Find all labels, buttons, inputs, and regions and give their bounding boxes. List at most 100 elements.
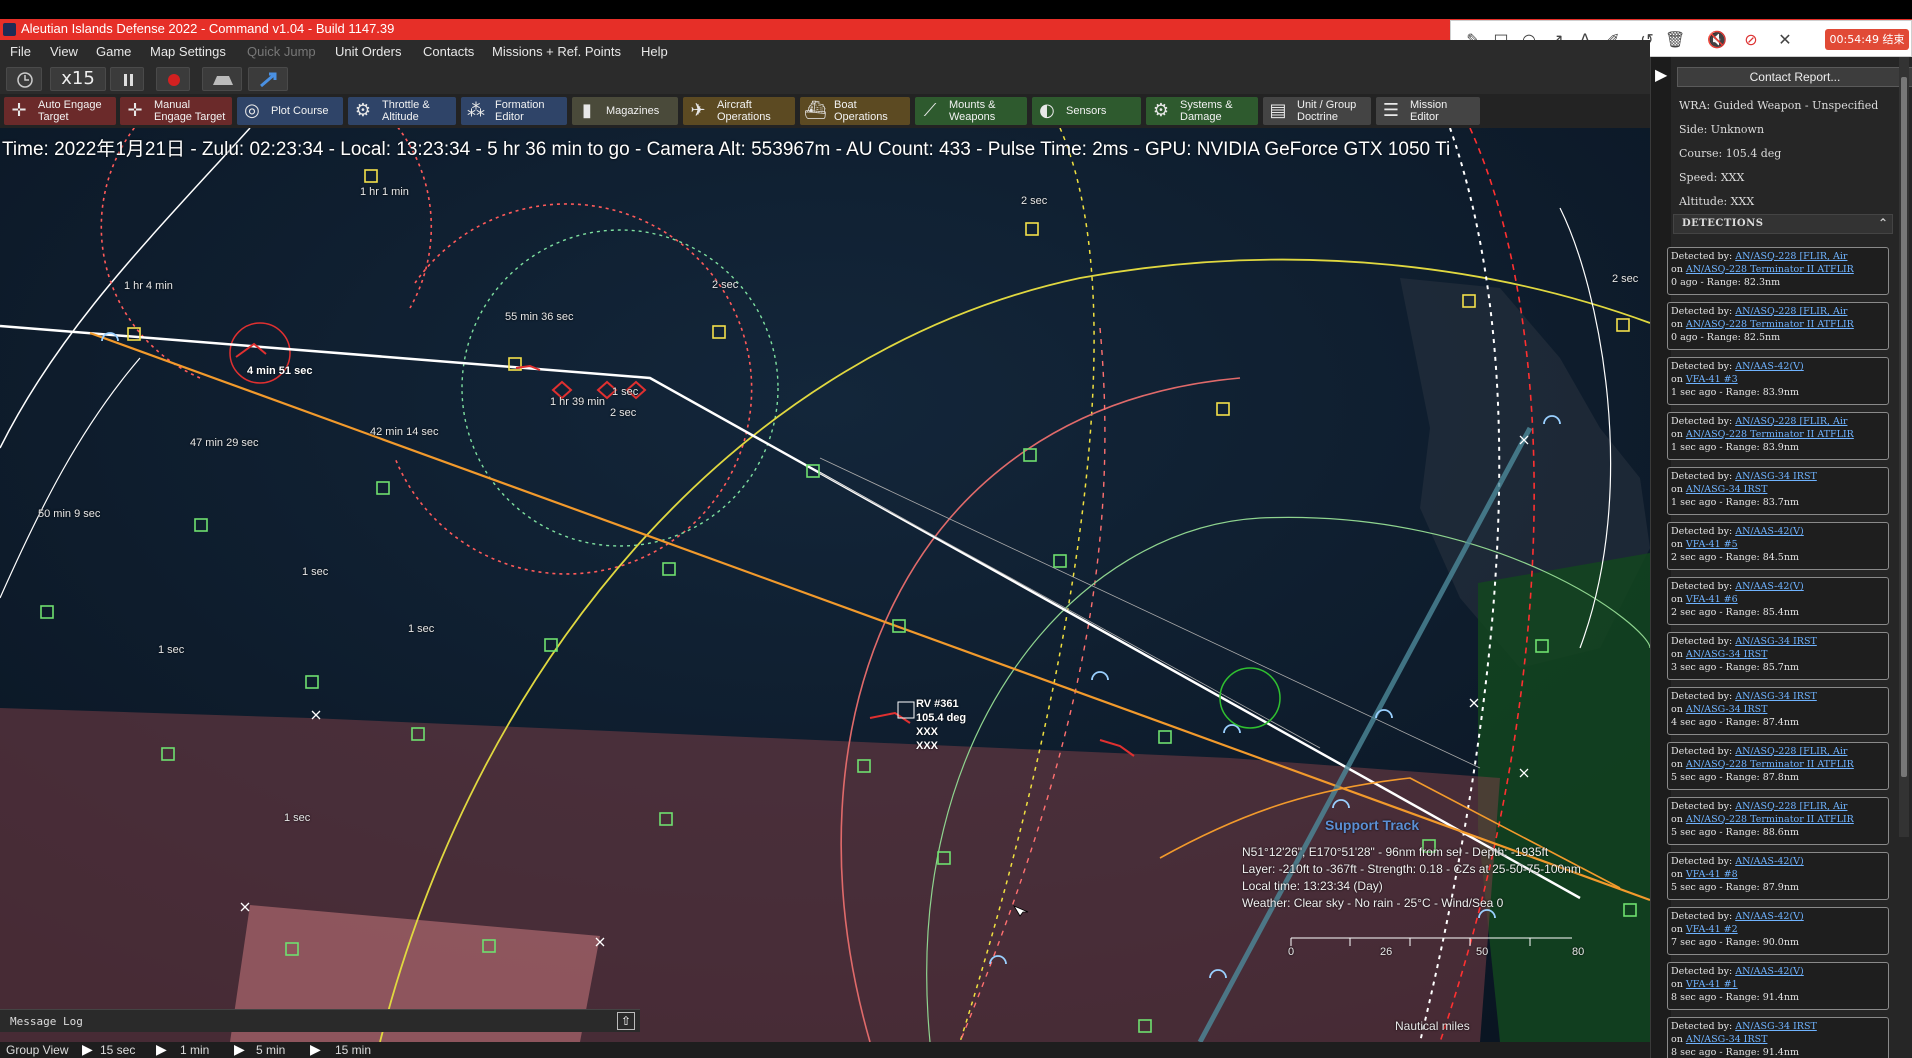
- gear-icon: ⚙: [1152, 100, 1170, 121]
- detection-card[interactable]: Detected by: AN/AAS-42(V) on VFA-41 #2 7 s…: [1667, 907, 1889, 955]
- group-view-step[interactable]: 5 min: [256, 1043, 285, 1057]
- sensor-link[interactable]: AN/ASQ-228 [FLIR, Air: [1735, 251, 1847, 262]
- platform-link[interactable]: AN/ASG-34 IRST: [1686, 484, 1768, 495]
- platform-link[interactable]: AN/ASQ-228 Terminator II ATFLIR: [1686, 264, 1854, 275]
- sensor-link[interactable]: AN/ASQ-228 [FLIR, Air: [1735, 746, 1847, 757]
- record-button[interactable]: [156, 67, 190, 91]
- formation-editor-button[interactable]: ⁂ Formation Editor: [461, 97, 567, 125]
- platform-link[interactable]: AN/ASG-34 IRST: [1686, 704, 1768, 715]
- mic-muted-icon[interactable]: ⊘: [1741, 30, 1761, 50]
- detection-card[interactable]: Detected by: AN/ASG-34 IRST on AN/ASG-34 …: [1667, 687, 1889, 735]
- scrollbar-thumb[interactable]: [1901, 77, 1907, 777]
- detection-card[interactable]: Detected by: AN/AAS-42(V) on VFA-41 #3 1 s…: [1667, 357, 1889, 405]
- play-icon[interactable]: ▶: [310, 1041, 321, 1058]
- camera-button[interactable]: [202, 67, 242, 91]
- sensor-link[interactable]: AN/AAS-42(V): [1735, 361, 1804, 372]
- detection-sensor-line: Detected by: AN/AAS-42(V): [1671, 856, 1804, 867]
- platform-link[interactable]: AN/ASQ-228 Terminator II ATFLIR: [1686, 814, 1854, 825]
- systems-damage-button[interactable]: ⚙ Systems & Damage: [1146, 97, 1258, 125]
- manual-engage-target-button[interactable]: ✛ Manual Engage Target: [120, 97, 232, 125]
- collapse-icon[interactable]: ⌃: [1878, 216, 1888, 230]
- close-icon[interactable]: ✕: [1775, 30, 1795, 50]
- platform-link[interactable]: VFA-41 #3: [1686, 374, 1738, 385]
- platform-link[interactable]: VFA-41 #1: [1686, 979, 1738, 990]
- detection-card[interactable]: Detected by: AN/ASQ-228 [FLIR, Air on AN/…: [1667, 412, 1889, 460]
- contact-report-button[interactable]: Contact Report...: [1677, 67, 1912, 87]
- play-icon[interactable]: ▶: [82, 1041, 93, 1058]
- detection-card[interactable]: Detected by: AN/AAS-42(V) on VFA-41 #6 2 s…: [1667, 577, 1889, 625]
- message-log-bar[interactable]: Message Log ⇧: [0, 1009, 640, 1032]
- detections-header[interactable]: DETECTIONS ⌃: [1673, 214, 1893, 234]
- group-view-step[interactable]: 1 min: [180, 1043, 209, 1057]
- sensor-link[interactable]: AN/ASQ-228 [FLIR, Air: [1735, 801, 1847, 812]
- platform-link[interactable]: AN/ASQ-228 Terminator II ATFLIR: [1686, 429, 1854, 440]
- aircraft-operations-button[interactable]: ✈ Aircraft Operations: [683, 97, 795, 125]
- detection-card[interactable]: Detected by: AN/ASG-34 IRST on AN/ASG-34 …: [1667, 1017, 1889, 1058]
- menu-game[interactable]: Game: [96, 44, 131, 59]
- boat-operations-button[interactable]: ⛴ Boat Operations: [800, 97, 910, 125]
- sensors-button[interactable]: ◐ Sensors: [1032, 97, 1141, 125]
- sensor-link[interactable]: AN/AAS-42(V): [1735, 581, 1804, 592]
- recording-timer[interactable]: 00:54:49 结束: [1825, 29, 1909, 50]
- platform-link[interactable]: AN/ASQ-228 Terminator II ATFLIR: [1686, 759, 1854, 770]
- detection-card[interactable]: Detected by: AN/ASG-34 IRST on AN/ASG-34 …: [1667, 467, 1889, 515]
- sensor-link[interactable]: AN/ASG-34 IRST: [1735, 691, 1817, 702]
- detection-card[interactable]: Detected by: AN/AAS-42(V) on VFA-41 #5 2 s…: [1667, 522, 1889, 570]
- expand-up-icon[interactable]: ⇧: [617, 1012, 635, 1030]
- auto-engage-target-button[interactable]: ✛ Auto Engage Target: [4, 97, 116, 125]
- platform-link[interactable]: VFA-41 #6: [1686, 594, 1738, 605]
- platform-link[interactable]: VFA-41 #8: [1686, 869, 1738, 880]
- detection-card[interactable]: Detected by: AN/ASQ-228 [FLIR, Air on AN/…: [1667, 302, 1889, 350]
- mounts-weapons-button[interactable]: ⟋ Mounts & Weapons: [915, 97, 1027, 125]
- platform-link[interactable]: VFA-41 #5: [1686, 539, 1738, 550]
- speaker-muted-icon[interactable]: 🔇: [1707, 30, 1727, 50]
- group-view-step[interactable]: 15 sec: [100, 1043, 135, 1057]
- detection-card[interactable]: Detected by: AN/AAS-42(V) on VFA-41 #1 8 s…: [1667, 962, 1889, 1010]
- magazines-button[interactable]: ▮ Magazines: [572, 97, 678, 125]
- detection-platform-line: on VFA-41 #2: [1671, 924, 1738, 935]
- play-icon[interactable]: ▶: [234, 1041, 245, 1058]
- contact-label[interactable]: RV #361 105.4 deg XXX XXX: [916, 697, 966, 753]
- trash-icon[interactable]: 🗑: [1665, 30, 1685, 50]
- panel-scrollbar[interactable]: [1899, 57, 1909, 837]
- mission-editor-button[interactable]: ☰ Mission Editor: [1376, 97, 1480, 125]
- menu-help[interactable]: Help: [641, 44, 668, 59]
- detection-card[interactable]: Detected by: AN/ASQ-228 [FLIR, Air on AN/…: [1667, 247, 1889, 295]
- platform-link[interactable]: AN/ASG-34 IRST: [1686, 1034, 1768, 1045]
- detection-card[interactable]: Detected by: AN/AAS-42(V) on VFA-41 #8 5 s…: [1667, 852, 1889, 900]
- unit-group-doctrine-button[interactable]: ▤ Unit / Group Doctrine: [1263, 97, 1371, 125]
- clock-button[interactable]: [6, 67, 42, 91]
- contact-panel: ▶ Contact Report... WRA: Guided Weapon -…: [1650, 57, 1912, 1058]
- sensor-link[interactable]: AN/AAS-42(V): [1735, 911, 1804, 922]
- sensor-link[interactable]: AN/ASG-34 IRST: [1735, 471, 1817, 482]
- plot-course-button[interactable]: ◎ Plot Course: [237, 97, 343, 125]
- sensor-link[interactable]: AN/ASG-34 IRST: [1735, 636, 1817, 647]
- menu-missions[interactable]: Missions + Ref. Points: [492, 44, 621, 59]
- speed-display[interactable]: x15: [50, 67, 106, 91]
- sensor-link[interactable]: AN/AAS-42(V): [1735, 526, 1804, 537]
- detection-time-line: 8 sec ago - Range: 91.4nm: [1671, 992, 1799, 1003]
- menu-map-settings[interactable]: Map Settings: [150, 44, 226, 59]
- menu-unit-orders[interactable]: Unit Orders: [335, 44, 401, 59]
- sensor-link[interactable]: AN/AAS-42(V): [1735, 966, 1804, 977]
- platform-link[interactable]: AN/ASG-34 IRST: [1686, 649, 1768, 660]
- detection-card[interactable]: Detected by: AN/ASG-34 IRST on AN/ASG-34 …: [1667, 632, 1889, 680]
- menu-view[interactable]: View: [50, 44, 78, 59]
- sensor-link[interactable]: AN/AAS-42(V): [1735, 856, 1804, 867]
- platform-link[interactable]: VFA-41 #2: [1686, 924, 1738, 935]
- menu-quick-jump[interactable]: Quick Jump: [247, 44, 316, 59]
- menu-contacts[interactable]: Contacts: [423, 44, 474, 59]
- pause-button[interactable]: [110, 67, 144, 91]
- sensor-link[interactable]: AN/ASQ-228 [FLIR, Air: [1735, 416, 1847, 427]
- sensor-link[interactable]: AN/ASQ-228 [FLIR, Air: [1735, 306, 1847, 317]
- sensor-link[interactable]: AN/ASG-34 IRST: [1735, 1021, 1817, 1032]
- detection-card[interactable]: Detected by: AN/ASQ-228 [FLIR, Air on AN/…: [1667, 797, 1889, 845]
- group-view-step[interactable]: 15 min: [335, 1043, 371, 1057]
- detection-card[interactable]: Detected by: AN/ASQ-228 [FLIR, Air on AN/…: [1667, 742, 1889, 790]
- play-icon[interactable]: ▶: [156, 1041, 167, 1058]
- tactical-map[interactable]: Time: 2022年1月21日 - Zulu: 02:23:34 - Loca…: [0, 128, 1650, 1042]
- throttle-altitude-button[interactable]: ⚙ Throttle & Altitude: [348, 97, 456, 125]
- jump-button[interactable]: [248, 67, 288, 91]
- menu-file[interactable]: File: [10, 44, 31, 59]
- platform-link[interactable]: AN/ASQ-228 Terminator II ATFLIR: [1686, 319, 1854, 330]
